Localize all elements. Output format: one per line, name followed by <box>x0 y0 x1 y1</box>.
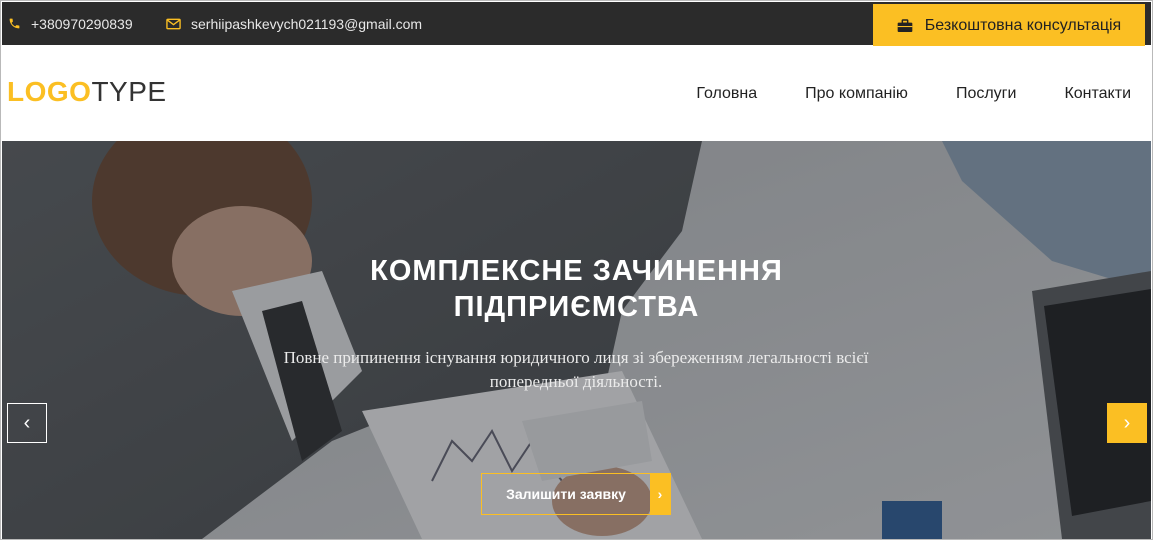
logo-bold: LOGO <box>7 76 92 107</box>
email-address: serhiipashkevych021193@gmail.com <box>191 15 423 32</box>
slider-next-button[interactable]: › <box>1107 403 1147 443</box>
chevron-right-icon: › <box>1123 411 1131 434</box>
site-header: LOGOTYPE Головна Про компанію Послуги Ко… <box>2 46 1151 141</box>
nav-item-about[interactable]: Про компанію <box>805 85 908 103</box>
logo[interactable]: LOGOTYPE <box>7 78 167 106</box>
hero-title-line2: ПІДПРИЄМСТВА <box>453 291 700 323</box>
envelope-icon <box>166 18 181 29</box>
nav-item-contacts[interactable]: Контакти <box>1064 85 1131 103</box>
free-consultation-label: Безкоштовна консультація <box>924 16 1122 34</box>
hero-title: КОМПЛЕКСНЕ ЗАЧИНЕННЯ ПІДПРИЄМСТВА <box>2 253 1151 325</box>
top-bar: +380970290839 serhiipashkevych021193@gma… <box>2 2 1151 47</box>
hero-subtitle: Повне припинення існування юридичного ли… <box>283 348 869 391</box>
leave-request-label: Залишити заявку <box>506 486 626 502</box>
main-nav: Головна Про компанію Послуги Контакти <box>648 46 1131 141</box>
leave-request-button[interactable]: Залишити заявку › <box>481 473 671 515</box>
hero-title-line1: КОМПЛЕКСНЕ ЗАЧИНЕННЯ <box>370 255 783 287</box>
hero-slider: КОМПЛЕКСНЕ ЗАЧИНЕННЯ ПІДПРИЄМСТВА Повне … <box>2 141 1151 539</box>
chevron-left-icon: ‹ <box>23 411 31 434</box>
free-consultation-button[interactable]: Безкоштовна консультація <box>873 4 1145 47</box>
email-contact[interactable]: serhiipashkevych021193@gmail.com <box>166 2 422 45</box>
nav-item-home[interactable]: Головна <box>696 85 757 103</box>
phone-contact[interactable]: +380970290839 <box>8 2 133 45</box>
phone-icon <box>9 18 20 29</box>
slider-prev-button[interactable]: ‹ <box>7 403 47 443</box>
briefcase-icon <box>897 18 913 32</box>
phone-number: +380970290839 <box>31 15 133 32</box>
browser-frame: +380970290839 serhiipashkevych021193@gma… <box>0 0 1153 540</box>
logo-light: TYPE <box>91 76 167 107</box>
chevron-right-icon: › <box>650 474 670 514</box>
nav-item-services[interactable]: Послуги <box>956 85 1017 103</box>
